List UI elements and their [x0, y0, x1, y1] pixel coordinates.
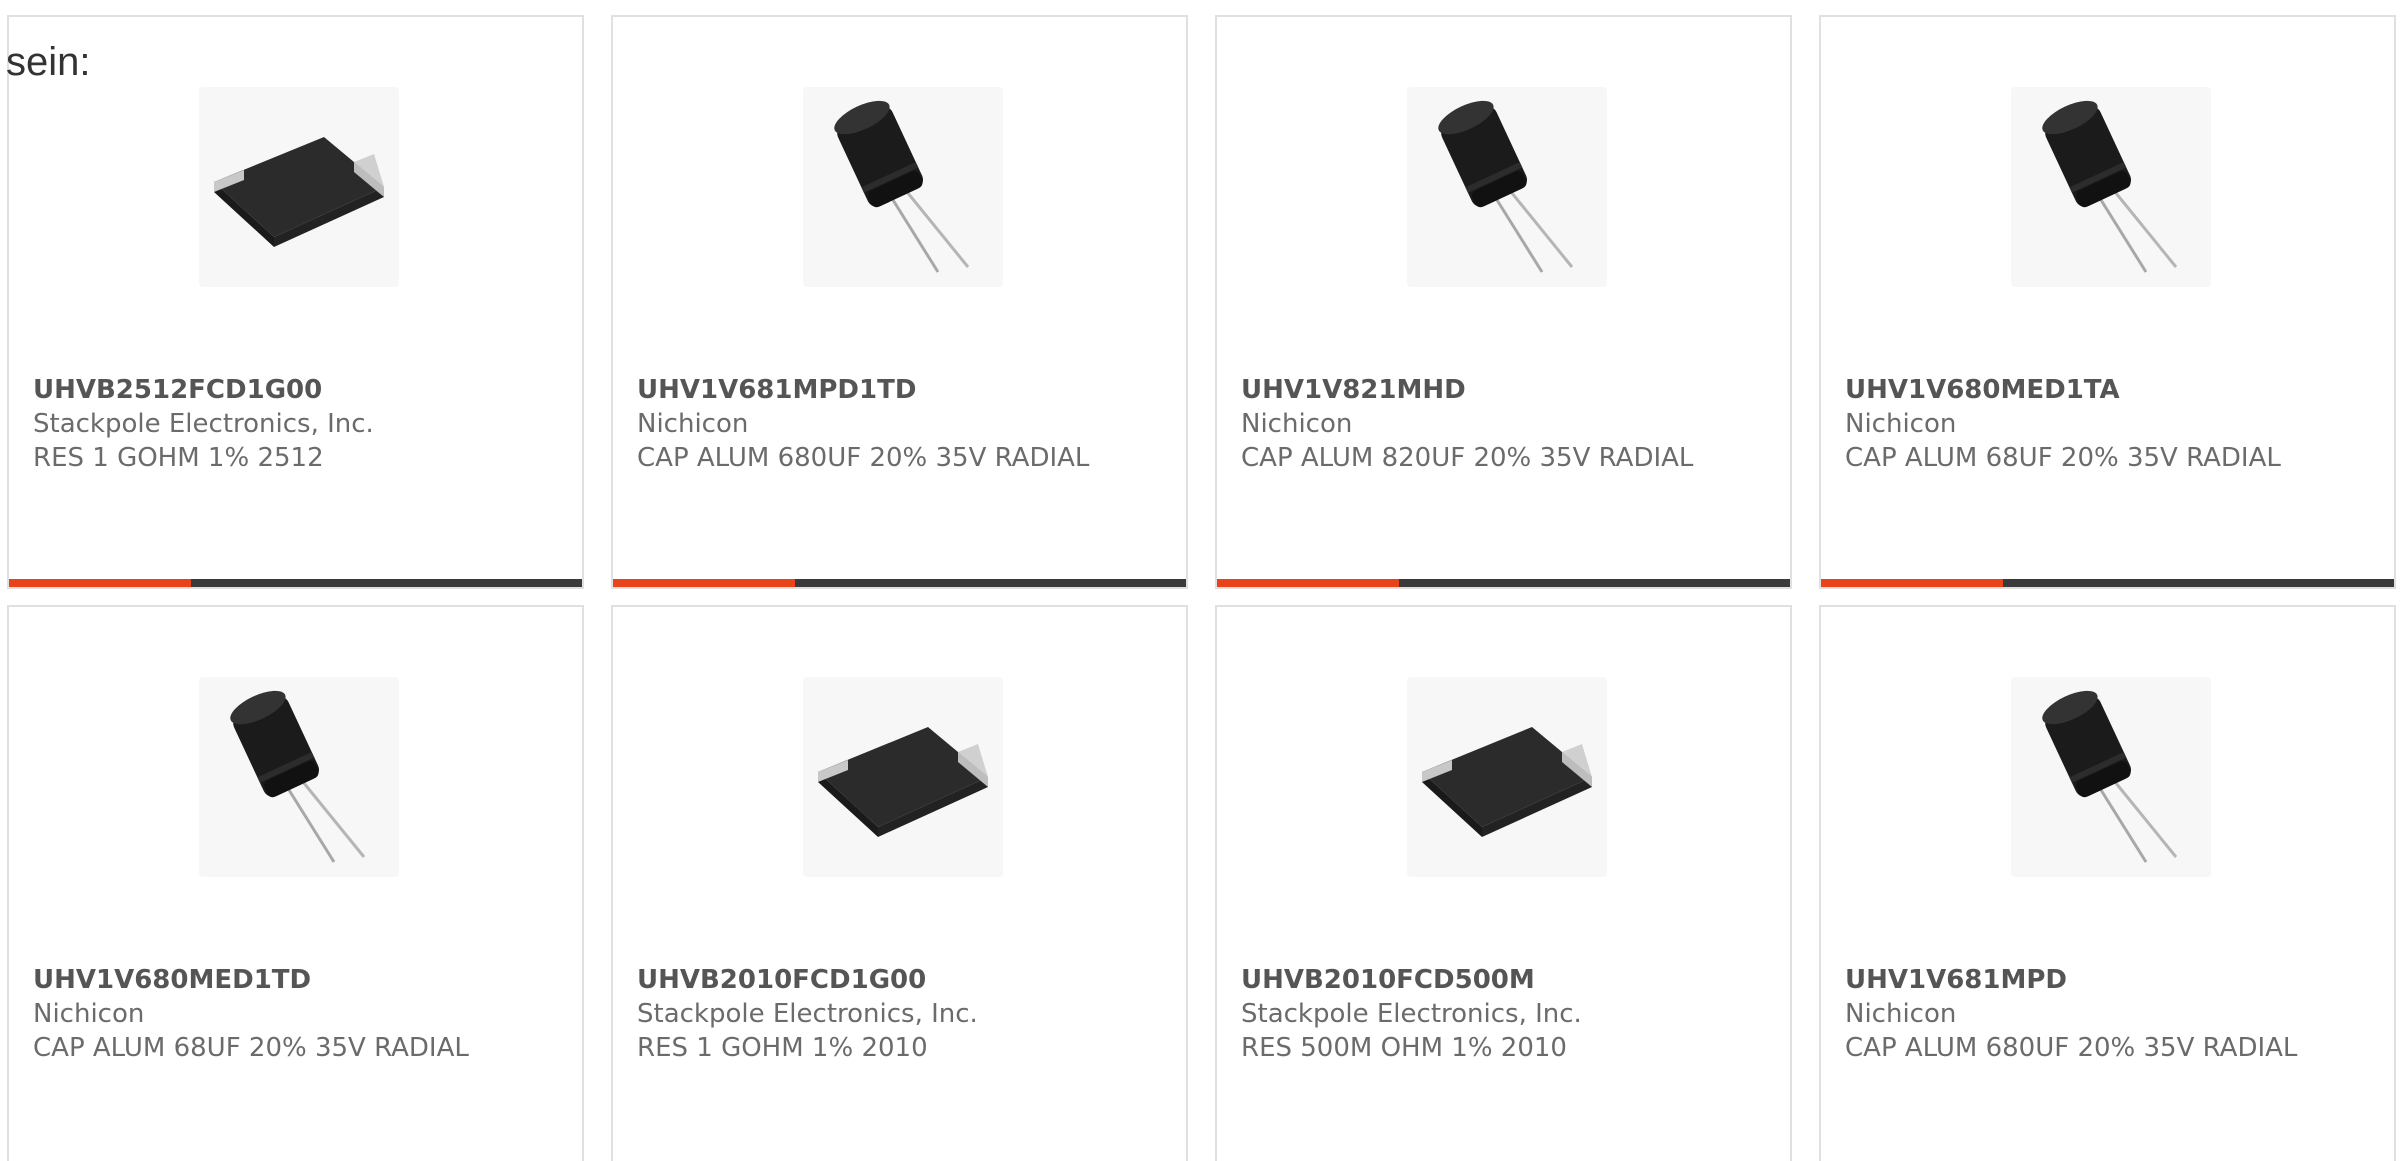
card-bar-accent	[613, 579, 795, 587]
description: RES 500M OHM 1% 2010	[1241, 1033, 1567, 1063]
product-card[interactable]: UHV1V681MPD1TD Nichicon CAP ALUM 680UF 2…	[611, 15, 1188, 589]
manufacturer: Nichicon	[33, 999, 145, 1029]
electrolytic-capacitor-icon	[2042, 690, 2178, 863]
part-number[interactable]: UHVB2512FCD1G00	[33, 373, 553, 407]
chip-resistor-icon	[214, 137, 384, 247]
part-number[interactable]: UHV1V680MED1TD	[33, 963, 553, 997]
chip-resistor-icon	[818, 727, 988, 837]
part-number[interactable]: UHV1V681MPD	[1845, 963, 2365, 997]
product-card[interactable]: UHV1V680MED1TD Nichicon CAP ALUM 68UF 20…	[7, 605, 584, 1161]
product-card[interactable]: UHVB2010FCD500M Stackpole Electronics, I…	[1215, 605, 1792, 1161]
part-number[interactable]: UHV1V681MPD1TD	[637, 373, 1157, 407]
electrolytic-capacitor-icon	[230, 690, 366, 863]
product-image[interactable]	[1407, 677, 1607, 877]
description: CAP ALUM 68UF 20% 35V RADIAL	[1845, 443, 2281, 473]
product-info: UHV1V821MHD Nichicon CAP ALUM 820UF 20% …	[1241, 373, 1761, 475]
card-bar	[1217, 579, 1790, 587]
product-card[interactable]: UHV1V681MPD Nichicon CAP ALUM 680UF 20% …	[1819, 605, 2396, 1161]
product-grid-page: sein: UHVB2512FCD1G00 Stackpole Electron…	[0, 0, 2400, 1161]
manufacturer: Nichicon	[1845, 999, 1957, 1029]
product-image[interactable]	[199, 87, 399, 287]
product-info: UHVB2512FCD1G00 Stackpole Electronics, I…	[33, 373, 553, 475]
manufacturer: Nichicon	[1845, 409, 1957, 439]
chip-resistor-icon	[1422, 727, 1592, 837]
manufacturer: Stackpole Electronics, Inc.	[637, 999, 978, 1029]
product-image[interactable]	[2011, 87, 2211, 287]
product-image[interactable]	[1407, 87, 1607, 287]
description: CAP ALUM 680UF 20% 35V RADIAL	[1845, 1033, 2298, 1063]
electrolytic-capacitor-icon	[2042, 100, 2178, 273]
card-bar-accent	[9, 579, 191, 587]
description: CAP ALUM 680UF 20% 35V RADIAL	[637, 443, 1090, 473]
product-image[interactable]	[803, 87, 1003, 287]
part-number[interactable]: UHVB2010FCD1G00	[637, 963, 1157, 997]
product-grid: UHVB2512FCD1G00 Stackpole Electronics, I…	[0, 0, 2400, 1161]
product-image[interactable]	[2011, 677, 2211, 877]
product-info: UHVB2010FCD500M Stackpole Electronics, I…	[1241, 963, 1761, 1065]
manufacturer: Stackpole Electronics, Inc.	[33, 409, 374, 439]
product-info: UHV1V680MED1TD Nichicon CAP ALUM 68UF 20…	[33, 963, 553, 1065]
part-number[interactable]: UHV1V821MHD	[1241, 373, 1761, 407]
product-info: UHV1V681MPD1TD Nichicon CAP ALUM 680UF 2…	[637, 373, 1157, 475]
product-info: UHV1V680MED1TA Nichicon CAP ALUM 68UF 20…	[1845, 373, 2365, 475]
product-image[interactable]	[199, 677, 399, 877]
manufacturer: Stackpole Electronics, Inc.	[1241, 999, 1582, 1029]
electrolytic-capacitor-icon	[1438, 100, 1574, 273]
product-info: UHVB2010FCD1G00 Stackpole Electronics, I…	[637, 963, 1157, 1065]
product-card[interactable]: UHVB2010FCD1G00 Stackpole Electronics, I…	[611, 605, 1188, 1161]
part-number[interactable]: UHVB2010FCD500M	[1241, 963, 1761, 997]
manufacturer: Nichicon	[1241, 409, 1353, 439]
product-card[interactable]: UHV1V821MHD Nichicon CAP ALUM 820UF 20% …	[1215, 15, 1792, 589]
description: RES 1 GOHM 1% 2010	[637, 1033, 928, 1063]
description: CAP ALUM 820UF 20% 35V RADIAL	[1241, 443, 1694, 473]
card-bar-accent	[1217, 579, 1399, 587]
card-bar	[613, 579, 1186, 587]
description: CAP ALUM 68UF 20% 35V RADIAL	[33, 1033, 469, 1063]
card-bar	[1821, 579, 2394, 587]
product-image[interactable]	[803, 677, 1003, 877]
part-number[interactable]: UHV1V680MED1TA	[1845, 373, 2365, 407]
description: RES 1 GOHM 1% 2512	[33, 443, 324, 473]
product-card[interactable]: UHVB2512FCD1G00 Stackpole Electronics, I…	[7, 15, 584, 589]
product-info: UHV1V681MPD Nichicon CAP ALUM 680UF 20% …	[1845, 963, 2365, 1065]
card-bar-accent	[1821, 579, 2003, 587]
product-card[interactable]: UHV1V680MED1TA Nichicon CAP ALUM 68UF 20…	[1819, 15, 2396, 589]
manufacturer: Nichicon	[637, 409, 749, 439]
electrolytic-capacitor-icon	[834, 100, 970, 273]
lead-text: sein:	[6, 40, 91, 84]
card-bar	[9, 579, 582, 587]
